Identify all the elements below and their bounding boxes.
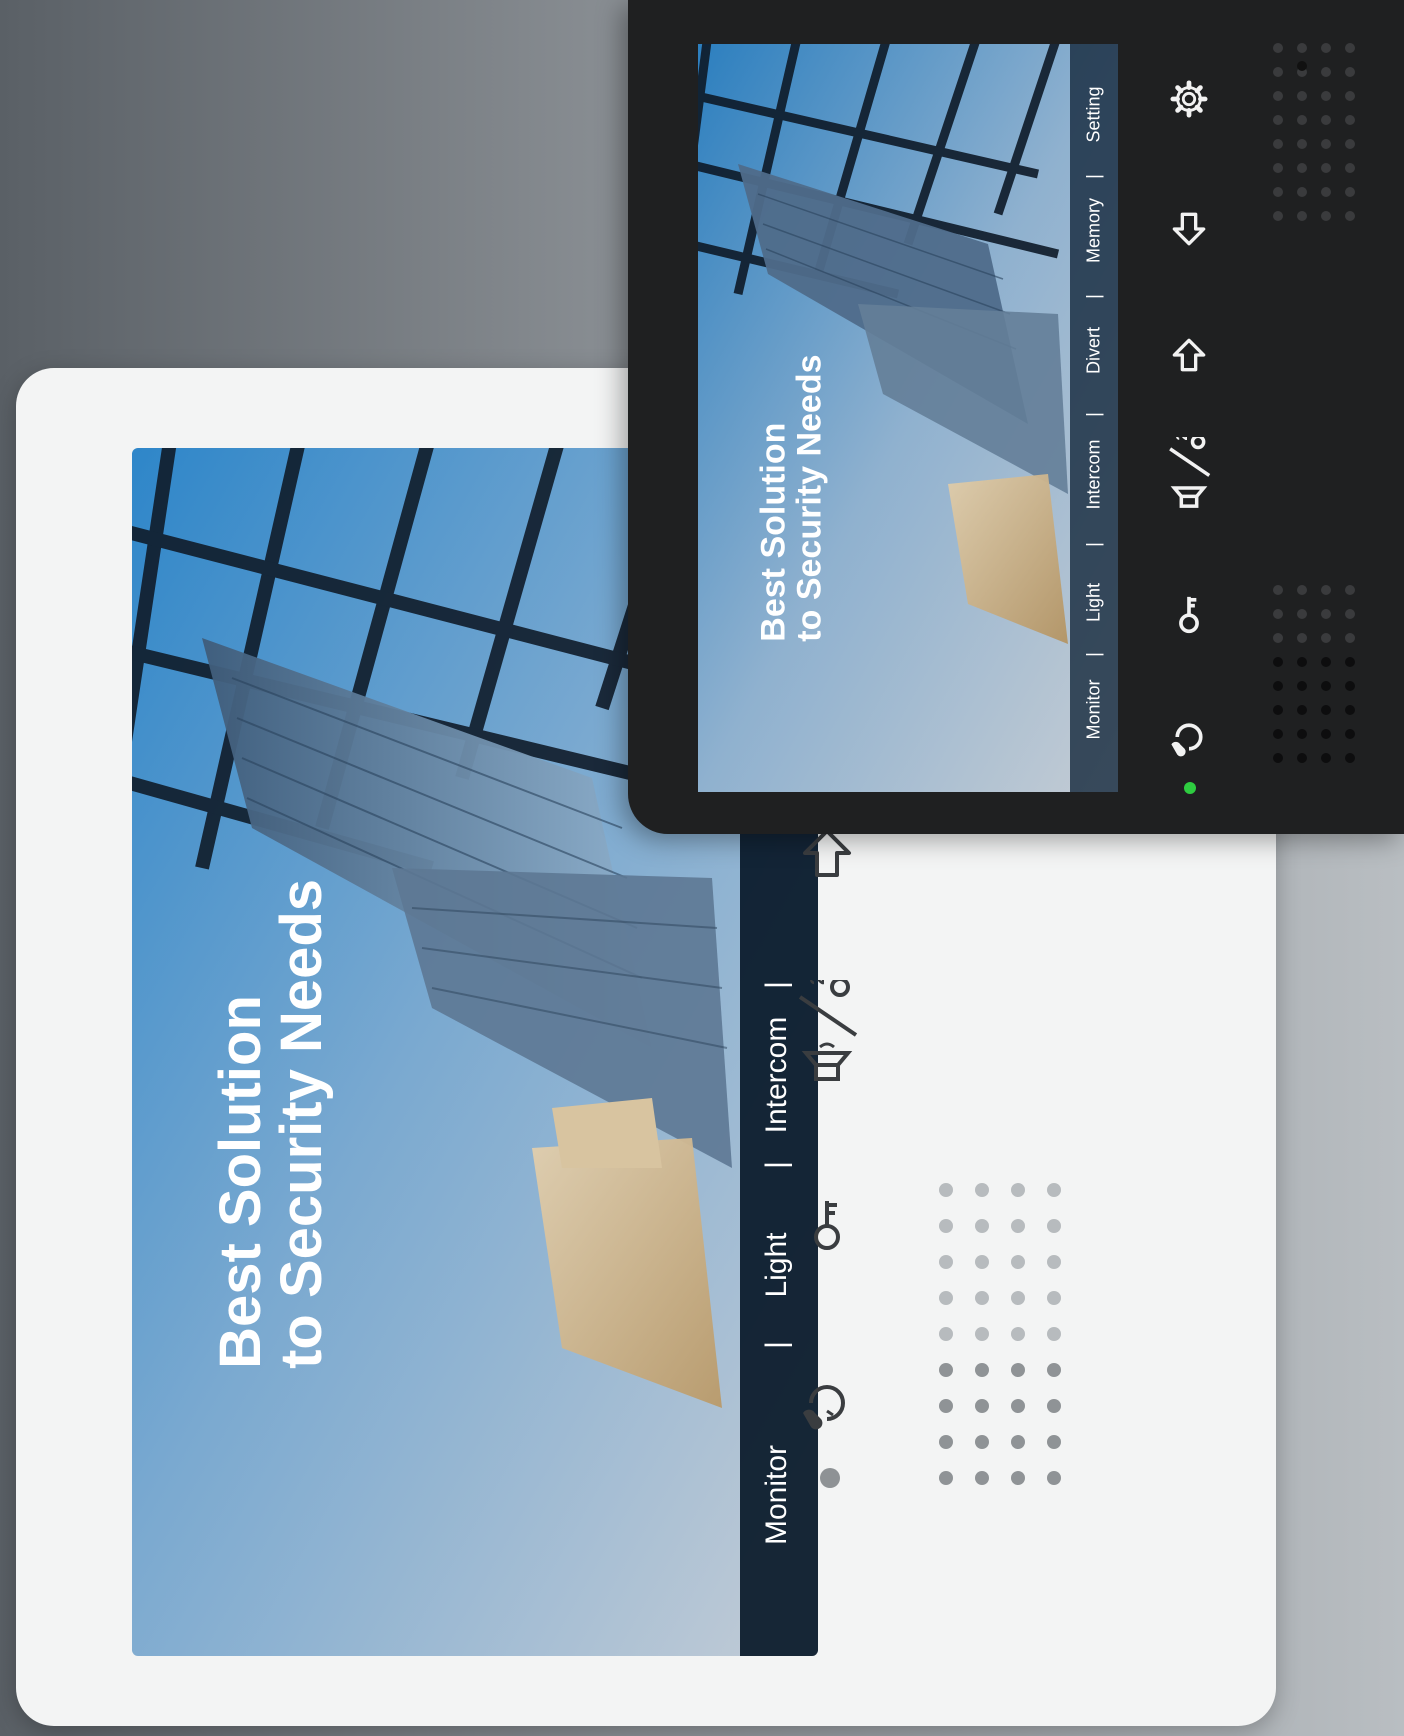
menu-divider: | [1083, 652, 1104, 657]
speaker-grille [939, 1183, 1061, 1485]
dark-monitor-screen: Best Solution to Security Needs Monitor … [698, 44, 1118, 792]
unlock-key-icon[interactable] [792, 1188, 862, 1258]
menu-item-light[interactable]: Light [760, 1210, 794, 1320]
menu-divider: | [1083, 542, 1104, 547]
menu-divider: | [1083, 412, 1104, 417]
menu-item-divert[interactable]: Divert [1084, 313, 1105, 389]
speaker-grille-bottom [1273, 585, 1355, 763]
tagline-line-2: to Security Needs [269, 878, 334, 1369]
menu-item-setting[interactable]: Setting [1084, 71, 1105, 159]
tagline-line-1: Best Solution [208, 995, 274, 1369]
answer-icon[interactable] [792, 1368, 862, 1438]
dark-indoor-monitor: Best Solution to Security Needs Monitor … [628, 0, 1404, 834]
menu-item-intercom[interactable]: Intercom [1084, 421, 1105, 529]
tagline: Best Solution to Security Needs [208, 809, 334, 1369]
menu-item-monitor[interactable]: Monitor [760, 1420, 794, 1570]
answer-icon[interactable] [1164, 712, 1214, 762]
right-arrow-icon[interactable] [1164, 204, 1214, 254]
volume-unlock2-icon[interactable]: 2 [786, 978, 868, 1108]
menu-item-light[interactable]: Light [1084, 571, 1105, 635]
menu-item-monitor[interactable]: Monitor [1084, 660, 1105, 760]
menu-divider: | [760, 1341, 793, 1349]
menu-divider: | [1083, 174, 1104, 179]
menu-item-memory[interactable]: Memory [1084, 183, 1105, 279]
status-led [1184, 782, 1196, 794]
left-arrow-icon[interactable] [1164, 330, 1214, 380]
svg-text:2: 2 [807, 980, 829, 985]
gear-icon[interactable] [1164, 74, 1214, 124]
unlock-key-icon[interactable] [1164, 588, 1214, 638]
tagline-line-2: to Security Needs [790, 354, 828, 642]
speaker-grille-top [1273, 43, 1355, 221]
svg-text:2: 2 [1174, 437, 1191, 440]
menu-bar: Monitor | Light | Intercom | Divert | Me… [1070, 44, 1118, 792]
menu-divider: | [1083, 294, 1104, 299]
tagline-line-1: Best Solution [754, 422, 793, 642]
status-led [820, 1468, 840, 1488]
tagline: Best Solution to Security Needs [754, 302, 828, 642]
volume-unlock2-icon[interactable]: 2 [1160, 436, 1218, 526]
